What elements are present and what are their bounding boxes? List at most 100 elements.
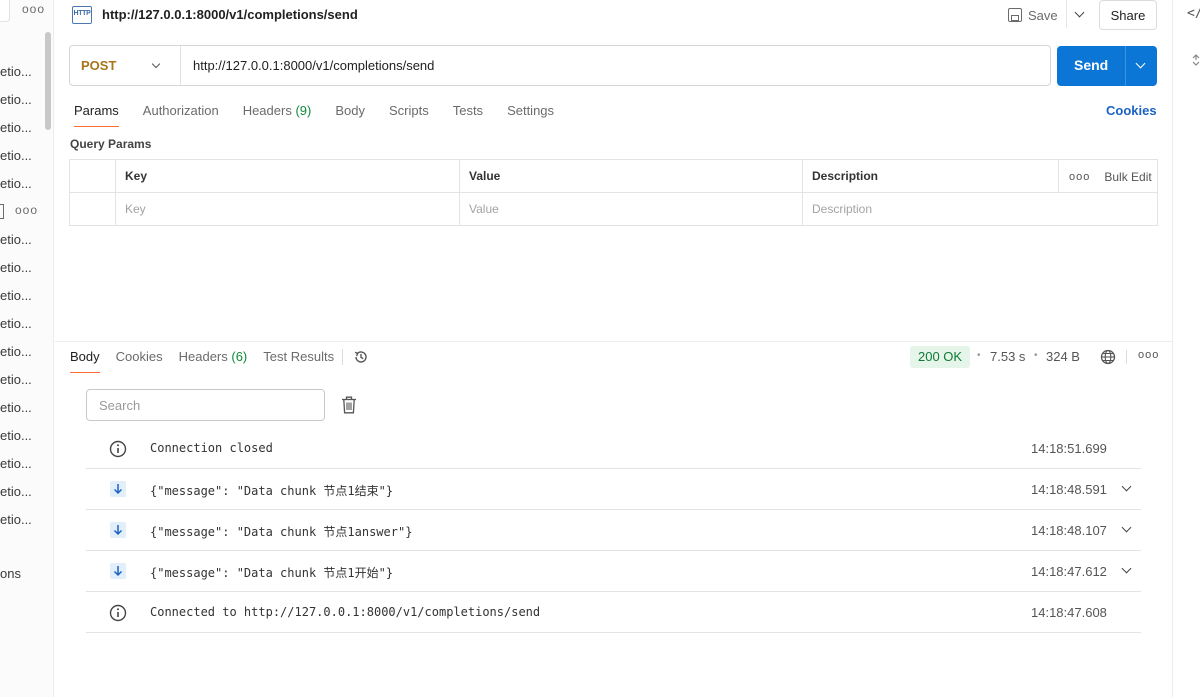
incoming-arrow-icon [110, 563, 126, 579]
response-tab-body[interactable]: Body [70, 349, 100, 373]
message-row[interactable]: {"message": "Data chunk 节点1answer"} 14:18… [86, 510, 1141, 551]
message-row[interactable]: Connected to http://127.0.0.1:8000/v1/co… [86, 592, 1141, 633]
history-icon[interactable] [353, 349, 369, 365]
sidebar-item[interactable]: etio... [0, 456, 32, 471]
tab-count-badge: (9) [295, 103, 312, 118]
response-tab-cookies[interactable]: Cookies [116, 349, 163, 373]
url-divider [180, 46, 181, 85]
table-header-row: Key Value Description ooo Bulk Edit [70, 160, 1157, 193]
tab-label: Scripts [388, 103, 429, 118]
sidebar-item-bracket-icon [0, 204, 4, 219]
save-button[interactable]: Save [1008, 4, 1058, 26]
message-text: Connection closed [150, 441, 273, 455]
sidebar-item[interactable]: etio... [0, 120, 32, 135]
column-header-value: Value [459, 160, 803, 193]
info-icon [109, 604, 127, 622]
expand-arrows-icon[interactable] [1191, 54, 1200, 66]
collections-sidebar: ooo etio... etio... etio... etio... etio... e… [0, 0, 54, 697]
message-timestamp: 14:18:47.608 [1031, 605, 1107, 620]
column-header-description: Description [802, 160, 1058, 193]
sidebar-item-more-icon[interactable]: ooo [15, 203, 38, 217]
sidebar-more-icon[interactable]: ooo [22, 2, 45, 16]
sidebar-item[interactable]: etio... [0, 344, 32, 359]
table-row: Key Value Description [70, 193, 1157, 226]
meta-separator-dot: • [977, 350, 981, 361]
tab-label: Cookies [115, 349, 163, 364]
tab-body[interactable]: Body [335, 103, 365, 127]
chevron-down-icon[interactable] [151, 59, 161, 69]
bulk-edit-button[interactable]: ooo Bulk Edit [1058, 160, 1152, 193]
sidebar-item[interactable]: etio... [0, 92, 32, 107]
message-timestamp: 14:18:48.591 [1031, 482, 1107, 497]
tab-params[interactable]: Params [74, 103, 119, 127]
more-icon[interactable]: ooo [1069, 171, 1090, 183]
tab-label: Body [335, 103, 365, 118]
message-row[interactable]: {"message": "Data chunk 节点1结束"} 14:18:48.… [86, 469, 1141, 510]
description-input[interactable]: Description [802, 193, 1157, 226]
share-button[interactable]: Share [1099, 0, 1157, 30]
tab-settings[interactable]: Settings [507, 103, 554, 127]
sidebar-item[interactable]: etio... [0, 232, 32, 247]
expand-chevron-icon[interactable] [1121, 563, 1132, 574]
query-params-table: Key Value Description ooo Bulk Edit Key … [69, 159, 1158, 226]
tab-count-badge: (6) [231, 349, 248, 364]
message-row[interactable]: {"message": "Data chunk 节点1开始"} 14:18:47.… [86, 551, 1141, 592]
key-input[interactable]: Key [115, 193, 459, 226]
sidebar-scrollbar[interactable] [45, 32, 51, 130]
sidebar-item-selected[interactable]: ooo [0, 203, 40, 220]
trash-icon[interactable] [341, 396, 357, 414]
expand-chevron-icon[interactable] [1121, 481, 1132, 492]
sidebar-item[interactable]: etio... [0, 260, 32, 275]
info-icon [109, 440, 127, 458]
method-select[interactable]: POST [81, 58, 116, 73]
sidebar-item-last[interactable]: ons [0, 566, 21, 581]
message-timestamp: 14:18:51.699 [1031, 441, 1107, 456]
tab-label: Headers [178, 349, 228, 364]
sidebar-item[interactable]: etio... [0, 428, 32, 443]
value-input[interactable]: Value [459, 193, 803, 226]
response-size[interactable]: 324 B [1046, 349, 1080, 364]
query-params-title: Query Params [70, 137, 152, 151]
cookies-link[interactable]: Cookies [1106, 103, 1157, 118]
response-time[interactable]: 7.53 s [990, 349, 1025, 364]
request-title[interactable]: http://127.0.0.1:8000/v1/completions/sen… [102, 7, 358, 22]
code-snippet-icon[interactable]: </ [1187, 6, 1200, 21]
send-label: Send [1074, 57, 1109, 73]
sidebar-item[interactable]: etio... [0, 484, 32, 499]
sidebar-item[interactable]: etio... [0, 64, 32, 79]
tab-label: Body [70, 349, 100, 364]
message-timestamp: 14:18:48.107 [1031, 523, 1107, 538]
response-tab-headers[interactable]: Headers (6) [179, 349, 248, 373]
incoming-arrow-icon [110, 481, 126, 497]
tab-authorization[interactable]: Authorization [143, 103, 219, 127]
send-button[interactable]: Send [1057, 46, 1157, 86]
tab-scripts[interactable]: Scripts [389, 103, 429, 127]
tab-label: Settings [507, 103, 555, 118]
response-search-input[interactable] [86, 389, 325, 421]
sidebar-item[interactable]: etio... [0, 400, 32, 415]
tab-headers[interactable]: Headers (9) [243, 103, 312, 127]
sidebar-item[interactable]: etio... [0, 316, 32, 331]
meta-separator [1126, 350, 1127, 364]
url-input[interactable]: http://127.0.0.1:8000/v1/completions/sen… [193, 58, 434, 73]
bulk-edit-label: Bulk Edit [1104, 169, 1152, 184]
globe-icon[interactable] [1100, 349, 1116, 365]
message-row[interactable]: Connection closed 14:18:51.699 [86, 428, 1141, 469]
tab-label: Authorization [142, 103, 219, 118]
sidebar-item[interactable]: etio... [0, 148, 32, 163]
sidebar-item[interactable]: etio... [0, 372, 32, 387]
send-dropdown-chevron-icon[interactable] [1135, 58, 1146, 69]
save-label: Save [1028, 7, 1058, 23]
save-dropdown-button[interactable] [1066, 0, 1092, 28]
response-tab-test-results[interactable]: Test Results [263, 349, 334, 373]
response-more-icon[interactable]: ooo [1138, 349, 1159, 361]
status-badge[interactable]: 200 OK [910, 346, 971, 368]
sidebar-item[interactable]: etio... [0, 512, 32, 527]
tab-tests[interactable]: Tests [453, 103, 483, 127]
sidebar-top-tab[interactable] [0, 0, 10, 22]
message-text: {"message": "Data chunk 节点1结束"} [150, 484, 394, 498]
response-divider[interactable] [55, 341, 1172, 342]
expand-chevron-icon[interactable] [1121, 522, 1132, 533]
sidebar-item[interactable]: etio... [0, 288, 32, 303]
sidebar-item[interactable]: etio... [0, 176, 32, 191]
